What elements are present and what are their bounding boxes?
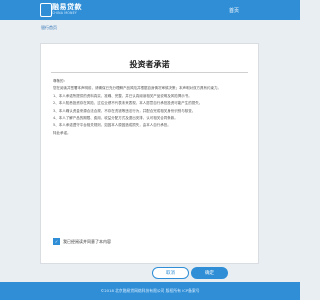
paragraph: 4、本人了解产品的期限、费用、收益分配方式及退出安排，认可相关合同条款。 xyxy=(53,116,178,121)
paragraph: 您在阅读并签署本声明前，请确保已充分理解产品风险并根据自身情况审慎决策；本声明对… xyxy=(53,86,221,91)
paragraph: 1、本人承诺所提供的资料真实、准确、完整，并已认真阅读相关产品说明及风险揭示书。 xyxy=(53,93,192,98)
paragraph: 特此承诺。 xyxy=(53,130,71,135)
agree-checkbox[interactable]: ✓ xyxy=(53,238,60,245)
confirm-button[interactable]: 确定 xyxy=(191,267,228,279)
breadcrumb[interactable]: 银行首页 xyxy=(41,25,57,31)
logo-icon xyxy=(40,3,52,17)
paragraph: 5、本人承诺遵守平台相关规则，如因本人原因造成损失，由本人自行承担。 xyxy=(53,123,171,128)
top-bar: 融易贷款 CHINA MONEY 首页 xyxy=(0,0,300,20)
cancel-button[interactable]: 取消 xyxy=(152,267,189,279)
agree-row[interactable]: ✓ 我已经阅读并同意了本内容 xyxy=(53,238,111,245)
paragraph: 3、本人确认资金来源合法合规，不存在洗钱等违法行为，并配合完成相关身份识别与核查… xyxy=(53,108,196,113)
logo-subtext: CHINA MONEY xyxy=(52,11,77,15)
paragraph: 2、本人知悉投资存在风险，过往业绩不代表未来表现，本人愿意自行承担投资可能产生的… xyxy=(53,101,203,106)
title-divider xyxy=(51,72,248,73)
logo[interactable]: 融易贷款 CHINA MONEY xyxy=(40,1,90,19)
paragraph: 尊敬的： xyxy=(53,79,67,83)
agree-label[interactable]: 我已经阅读并同意了本内容 xyxy=(63,239,111,245)
page-title: 投资者承诺 xyxy=(129,60,170,69)
footer: ©2018 北京融易贷网络科技有限公司 版权所有 ICP备案号 xyxy=(0,282,300,300)
commitment-card: 投资者承诺 尊敬的： 您在阅读并签署本声明前，请确保已充分理解产品风险并根据自身… xyxy=(40,43,259,279)
commitment-text: 尊敬的： 您在阅读并签署本声明前，请确保已充分理解产品风险并根据自身情况审慎决策… xyxy=(53,79,246,138)
home-link[interactable]: 首页 xyxy=(229,7,239,14)
